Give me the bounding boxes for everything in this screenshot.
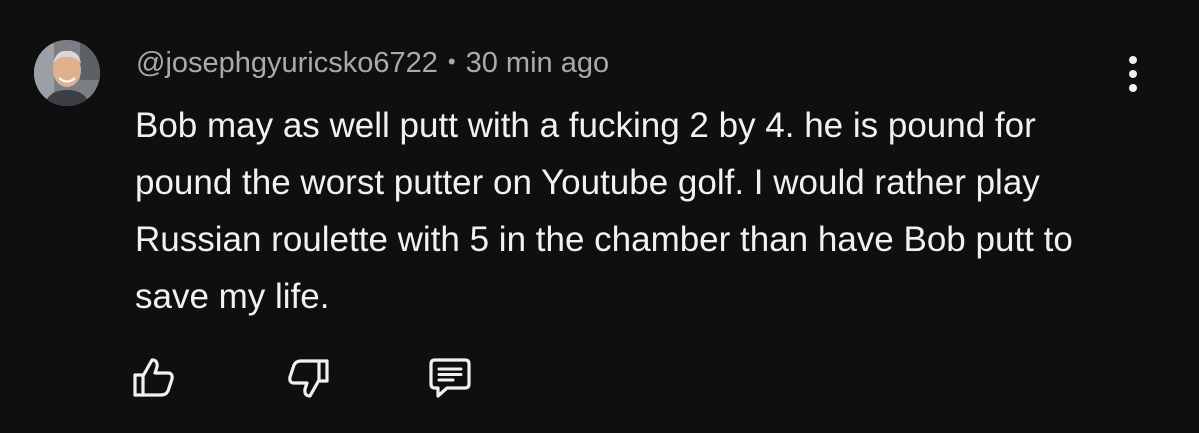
thumbs-down-icon bbox=[288, 359, 329, 398]
author-handle[interactable]: @josephgyuricsko6722 bbox=[136, 47, 438, 79]
comment-text: Bob may as well putt with a fucking 2 by… bbox=[135, 106, 1073, 316]
thumbs-up-icon bbox=[133, 358, 174, 397]
comment-meta: @josephgyuricsko6722 • 30 min ago bbox=[136, 42, 609, 83]
more-vertical-icon[interactable] bbox=[1116, 52, 1150, 98]
meta-separator: • bbox=[447, 49, 456, 74]
avatar-image bbox=[34, 40, 100, 106]
avatar[interactable] bbox=[34, 40, 100, 106]
reply-button[interactable] bbox=[427, 355, 473, 401]
reply-comment-icon bbox=[429, 358, 471, 398]
like-button[interactable] bbox=[131, 355, 177, 401]
timestamp[interactable]: 30 min ago bbox=[466, 47, 610, 79]
dislike-button[interactable] bbox=[285, 355, 331, 401]
